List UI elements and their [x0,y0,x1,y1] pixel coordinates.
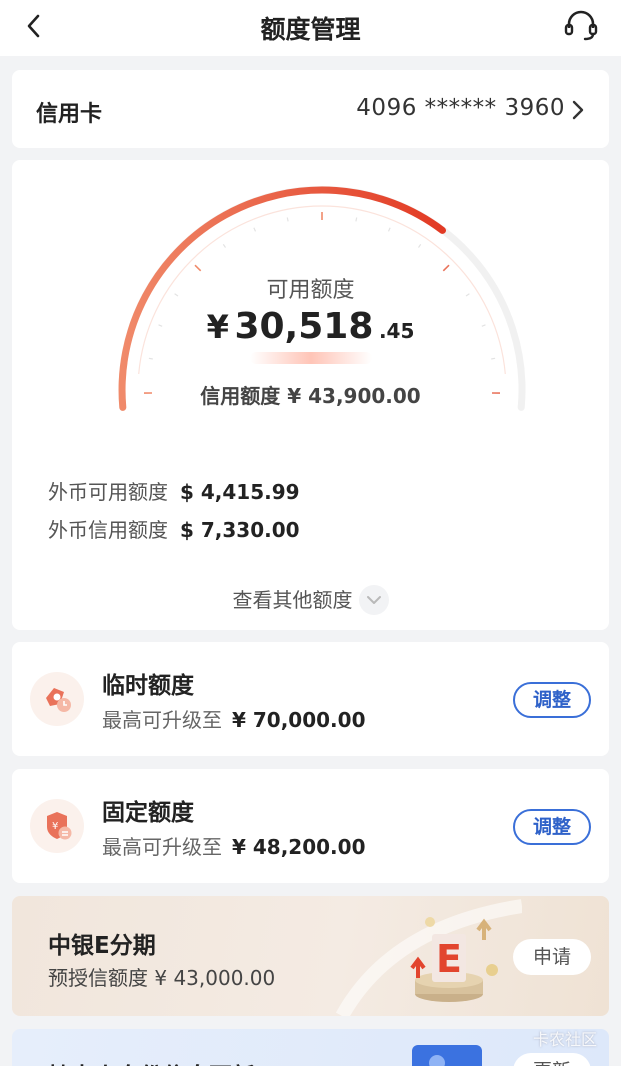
top-nav-bar: 额度管理 [0,0,621,56]
available-limit-label: 可用额度 [266,278,355,303]
installment-promo-card[interactable]: 中银E分期 预授信额度 ¥ 43,000.00 E 申请 [12,896,609,1016]
fixed-limit-max-amount: ¥ 48,200.00 [232,835,366,859]
view-other-limits-button[interactable]: 查看其他额度 [12,584,609,617]
watermark-text: 卡农社区 [532,1030,597,1049]
temp-limit-card: 临时额度 最高可升级至 ¥ 70,000.00 调整 [12,642,609,756]
temp-limit-subtitle: 最高可升级至 ¥ 70,000.00 [102,704,366,733]
fx-credit-row: 外币信用额度 $ 7,330.00 [48,514,300,543]
view-other-limits-label: 查看其他额度 [232,588,353,612]
promo-title: 中银E分期 [48,933,156,959]
available-currency: ¥ [206,308,229,346]
fx-available-row: 外币可用额度 $ 4,415.99 [48,476,300,505]
gauge-tick [442,264,450,272]
svg-text:E: E [436,937,462,981]
gauge-tick [253,227,257,232]
fx-available-value: $ 4,415.99 [180,480,300,504]
gauge-tick [355,217,358,222]
fx-credit-label: 外币信用额度 [48,518,168,542]
gauge-tick [194,264,202,272]
id-card-illustration [412,1045,482,1066]
card-number: 4096 ****** 3960 [356,95,565,121]
temp-limit-sub-label: 最高可升级至 [102,708,222,732]
identity-update-banner[interactable]: 持卡人身份信息更新 更新 [12,1029,609,1066]
update-identity-button[interactable]: 更新 [513,1053,591,1066]
fx-available-label: 外币可用额度 [48,480,168,504]
gauge-tick [222,243,226,248]
gauge-tick [286,217,289,222]
temp-limit-icon [30,672,84,726]
temp-limit-title: 临时额度 [102,673,194,699]
chevron-right-icon [572,100,584,120]
fixed-limit-subtitle: 最高可升级至 ¥ 48,200.00 [102,831,366,860]
page-title: 额度管理 [260,15,361,44]
chevron-down-icon [358,584,389,615]
available-limit-amount: ¥ 30,518 .45 [12,306,609,347]
fixed-limit-icon: ¥ [30,799,84,853]
credit-overview-card: 可用额度 ¥ 30,518 .45 信用额度 ¥ 43,900.00 外币可用额… [12,160,609,630]
promo-subtitle: 预授信额度 ¥ 43,000.00 [48,966,276,990]
card-type-label: 信用卡 [36,102,103,127]
gauge-tick [387,227,391,232]
apply-installment-button[interactable]: 申请 [513,939,591,975]
gauge-tick [491,357,496,360]
fixed-limit-sub-label: 最高可升级至 [102,835,222,859]
installment-e-illustration: E [335,899,522,1016]
credit-limit-text: 信用额度 ¥ 43,900.00 [200,384,421,408]
fx-credit-value: $ 7,330.00 [180,518,300,542]
available-decimal: .45 [378,319,415,343]
adjust-temp-limit-button[interactable]: 调整 [513,682,591,718]
available-integer: 30,518 [234,306,374,347]
identity-update-title: 持卡人身份信息更新 [48,1057,255,1066]
gauge-tick [418,243,422,248]
card-selector[interactable]: 信用卡 4096 ****** 3960 [12,70,609,148]
fixed-limit-card: ¥ 固定额度 最高可升级至 ¥ 48,200.00 调整 [12,769,609,883]
fixed-limit-title: 固定额度 [102,800,194,826]
svg-text:¥: ¥ [52,821,58,832]
amount-glow [250,352,372,364]
gauge-tick [148,357,153,360]
adjust-fixed-limit-button[interactable]: 调整 [513,809,591,845]
temp-limit-max-amount: ¥ 70,000.00 [232,708,366,732]
headset-icon[interactable] [561,8,601,44]
